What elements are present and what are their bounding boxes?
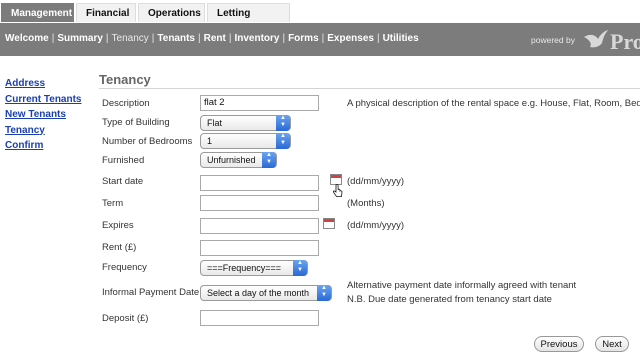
informal-payment-date-label: Informal Payment Date bbox=[102, 287, 200, 298]
sub-navigation-links: Welcome | Summary | Tenancy | Tenants | Rent | Inv… bbox=[5, 33, 419, 44]
tab-management[interactable]: Management bbox=[1, 3, 74, 22]
sidebar-item-new-tenants[interactable]: New Tenants bbox=[5, 107, 82, 123]
sub-navigation-bar: Welcome | Summary | Tenancy | Tenants | Rent | Inv… bbox=[0, 23, 640, 56]
expires-input[interactable] bbox=[200, 218, 319, 234]
deposit-input[interactable] bbox=[200, 310, 319, 326]
subnav-separator: | bbox=[151, 33, 155, 44]
informal-payment-date-select[interactable]: Select a day of the month ▲ ▼ bbox=[200, 285, 332, 301]
select-arrows-icon: ▲ ▼ bbox=[262, 152, 276, 168]
start-date-format-hint: (dd/mm/yyyy) bbox=[347, 176, 404, 187]
page-title: Tenancy bbox=[99, 72, 151, 87]
number-of-bedrooms-value: 1 bbox=[207, 136, 213, 146]
expires-format-hint: (dd/mm/yyyy) bbox=[347, 220, 404, 231]
tab-letting-agents[interactable]: Letting Agents bbox=[207, 3, 290, 38]
sidebar-item-tenancy[interactable]: Tenancy bbox=[5, 123, 82, 139]
term-input[interactable] bbox=[200, 195, 319, 211]
description-help: A physical description of the rental spa… bbox=[347, 98, 640, 109]
subnav-utilities[interactable]: Utilities bbox=[383, 33, 419, 44]
select-arrows-icon: ▲ ▼ bbox=[276, 115, 290, 131]
description-label: Description bbox=[102, 98, 150, 109]
term-label: Term bbox=[102, 198, 124, 209]
start-date-label: Start date bbox=[102, 176, 144, 187]
subnav-separator: | bbox=[228, 33, 232, 44]
next-button[interactable]: Next bbox=[595, 336, 629, 352]
number-of-bedrooms-label: Number of Bedrooms bbox=[102, 136, 193, 147]
subnav-separator: | bbox=[321, 33, 325, 44]
calendar-icon[interactable] bbox=[323, 218, 335, 229]
frequency-label: Frequency bbox=[102, 262, 147, 273]
previous-button[interactable]: Previous bbox=[534, 336, 584, 352]
sidebar: Address Current Tenants New Tenants Tena… bbox=[5, 76, 82, 154]
subnav-separator: | bbox=[105, 33, 109, 44]
informal-payment-note: N.B. Due date generated from tenancy sta… bbox=[347, 294, 552, 305]
furnished-label: Furnished bbox=[102, 155, 145, 166]
start-date-input[interactable] bbox=[200, 175, 319, 191]
select-arrows-icon: ▲ ▼ bbox=[293, 260, 307, 276]
subnav-tenancy[interactable]: Tenancy bbox=[112, 33, 149, 44]
subnav-rent[interactable]: Rent bbox=[204, 33, 226, 44]
type-of-building-value: Flat bbox=[207, 118, 223, 128]
subnav-expenses[interactable]: Expenses bbox=[327, 33, 374, 44]
subnav-forms[interactable]: Forms bbox=[288, 33, 319, 44]
sidebar-item-confirm[interactable]: Confirm bbox=[5, 138, 82, 154]
subnav-welcome[interactable]: Welcome bbox=[5, 33, 49, 44]
subnav-separator: | bbox=[376, 33, 380, 44]
subnav-separator: | bbox=[51, 33, 55, 44]
term-unit-hint: (Months) bbox=[347, 198, 385, 209]
subnav-summary[interactable]: Summary bbox=[57, 33, 103, 44]
sidebar-item-current-tenants[interactable]: Current Tenants bbox=[5, 92, 82, 108]
rent-input[interactable] bbox=[200, 240, 319, 256]
logo-text: Pro bbox=[610, 29, 640, 54]
subnav-separator: | bbox=[282, 33, 286, 44]
subnav-separator: | bbox=[198, 33, 201, 44]
tab-operations[interactable]: Operations bbox=[138, 3, 205, 22]
type-of-building-label: Type of Building bbox=[102, 117, 170, 128]
informal-payment-date-value: Select a day of the month bbox=[207, 288, 310, 298]
frequency-select[interactable]: ===Frequency=== ▲ ▼ bbox=[200, 260, 308, 276]
furnished-value: Unfurnished bbox=[207, 155, 256, 165]
tab-financial[interactable]: Financial bbox=[76, 3, 136, 22]
heading-divider bbox=[99, 88, 640, 89]
select-arrows-icon: ▲ ▼ bbox=[317, 285, 331, 301]
powered-by-label: powered by bbox=[531, 35, 575, 45]
informal-payment-help: Alternative payment date informally agre… bbox=[347, 280, 577, 291]
frequency-value: ===Frequency=== bbox=[207, 263, 282, 273]
description-input[interactable]: flat 2 bbox=[200, 95, 319, 111]
top-tab-bar: Management Financial Operations Letting … bbox=[0, 0, 640, 38]
number-of-bedrooms-select[interactable]: 1 ▲ ▼ bbox=[200, 133, 291, 149]
deposit-label: Deposit (£) bbox=[102, 313, 149, 324]
rent-label: Rent (£) bbox=[102, 242, 137, 253]
select-arrows-icon: ▲ ▼ bbox=[276, 133, 290, 149]
furnished-select[interactable]: Unfurnished ▲ ▼ bbox=[200, 152, 277, 168]
subnav-tenants[interactable]: Tenants bbox=[157, 33, 195, 44]
subnav-inventory[interactable]: Inventory bbox=[234, 33, 279, 44]
sidebar-item-address[interactable]: Address bbox=[5, 76, 82, 92]
type-of-building-select[interactable]: Flat ▲ ▼ bbox=[200, 115, 291, 131]
expires-label: Expires bbox=[102, 220, 134, 231]
hand-cursor-icon bbox=[333, 184, 343, 197]
bird-logo-icon: Pro bbox=[584, 29, 640, 54]
